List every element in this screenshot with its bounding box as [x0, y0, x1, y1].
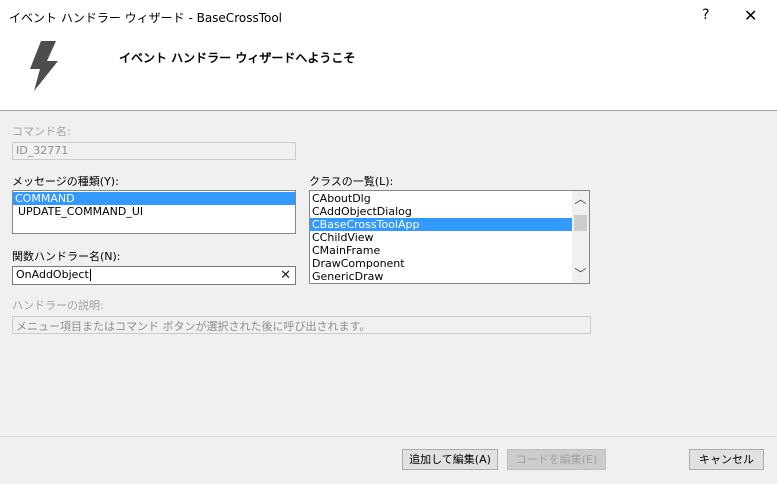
list-item[interactable]: CAboutDlg [310, 192, 589, 205]
list-item[interactable]: CMainFrame [310, 244, 589, 257]
add-and-edit-button[interactable]: 追加して編集(A) [402, 449, 498, 470]
list-item[interactable]: UPDATE_COMMAND_UI [13, 205, 295, 218]
handler-name-label: 関数ハンドラー名(N): [12, 250, 121, 263]
wizard-header: イベント ハンドラー ウィザードへようこそ [0, 33, 777, 111]
lightning-bolt-icon [30, 41, 58, 91]
message-types-list[interactable]: COMMAND UPDATE_COMMAND_UI [12, 190, 296, 234]
handler-description-label: ハンドラーの説明: [12, 299, 104, 312]
text-caret [89, 269, 91, 281]
help-button[interactable]: ? [702, 7, 709, 23]
handler-name-value: OnAddObject [16, 268, 89, 281]
scroll-down-icon[interactable]: ﹀ [572, 266, 589, 283]
handler-name-input[interactable]: OnAddObject ✕ [12, 266, 296, 285]
list-item[interactable]: DrawComponent [310, 257, 589, 270]
header-title: イベント ハンドラー ウィザードへようこそ [119, 51, 356, 65]
cancel-button[interactable]: キャンセル [689, 449, 764, 470]
window-title: イベント ハンドラー ウィザード - BaseCrossTool [9, 11, 283, 25]
command-name-field: ID_32771 [12, 142, 296, 160]
button-bar: 追加して編集(A) コードを編集(E) キャンセル [0, 437, 777, 484]
list-item[interactable]: CBaseCrossToolApp [310, 218, 572, 231]
scroll-thumb[interactable] [574, 215, 587, 231]
list-item[interactable]: CAddObjectDialog [310, 205, 589, 218]
message-types-label: メッセージの種類(Y): [12, 175, 119, 188]
scroll-up-icon[interactable]: ︿ [572, 191, 589, 208]
title-bar: イベント ハンドラー ウィザード - BaseCrossTool ? ✕ [0, 0, 777, 33]
class-list-scrollbar[interactable]: ︿ ﹀ [572, 191, 589, 283]
handler-description-field: メニュー項目またはコマンド ボタンが選択された後に呼び出されます。 [12, 316, 591, 334]
edit-code-button[interactable]: コードを編集(E) [507, 449, 606, 470]
command-name-label: コマンド名: [12, 125, 71, 138]
form-area: コマンド名: ID_32771 メッセージの種類(Y): COMMAND UPD… [0, 111, 777, 437]
clear-icon[interactable]: ✕ [280, 267, 291, 284]
list-item[interactable]: CChildView [310, 231, 589, 244]
close-button[interactable]: ✕ [744, 6, 757, 25]
class-list-label: クラスの一覧(L): [309, 175, 394, 188]
list-item[interactable]: GenericDraw [310, 270, 589, 283]
list-item[interactable]: COMMAND [13, 192, 295, 205]
class-list[interactable]: CAboutDlg CAddObjectDialog CBaseCrossToo… [309, 190, 590, 284]
